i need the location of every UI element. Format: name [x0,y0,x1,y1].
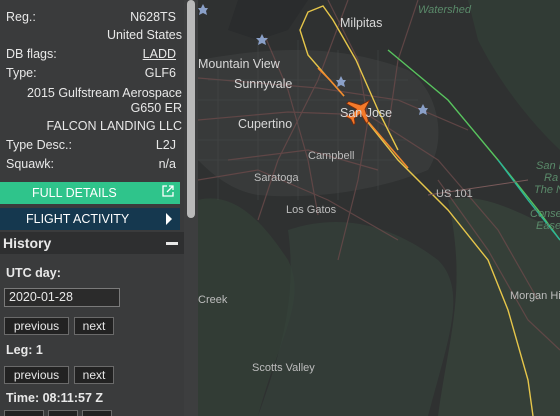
place-milpitas: Milpitas [340,16,383,30]
collapse-icon[interactable] [166,242,178,245]
place-creek: Creek [198,294,228,306]
db-flags-label: DB flags: [6,47,57,61]
type-value: GLF6 [144,66,176,80]
full-details-label: FULL DETAILS [32,186,117,200]
model-line-2: G650 ER [130,101,182,115]
place-the-n: The N [534,184,560,196]
chevron-right-icon [166,213,172,225]
leg-next-button[interactable]: next [74,366,114,384]
scrollbar-thumb[interactable] [187,0,195,218]
sidebar-scrollbar[interactable] [184,0,198,416]
time-label: Time: 08:11:57 Z [6,391,104,405]
place-ra: Ra [544,172,559,184]
highway-us-101: US 101 [436,188,473,200]
type-label: Type: [6,66,37,80]
place-saratoga: Saratoga [254,172,299,184]
external-link-icon [162,185,174,197]
model-line-1: 2015 Gulfstream Aerospace [27,86,182,100]
reg-value: N628TS [130,10,176,24]
squawk-value: n/a [158,157,176,171]
place-los-gatos: Los Gatos [286,204,337,216]
history-title: History [3,235,52,251]
place-campbell: Campbell [308,150,355,162]
place-scotts-valley: Scotts Valley [252,362,315,374]
country: United States [106,28,182,42]
place-conser: Conser [530,208,560,220]
reg-label: Reg.: [6,10,36,24]
type-desc-row: Type Desc.: L2J [0,136,178,155]
place-morgan-hill: Morgan Hi [510,290,560,302]
squawk-row: Squawk: n/a [0,155,178,174]
leg-label: Leg: 1 [6,343,43,357]
type-desc-value: L2J [155,138,176,152]
utc-day-input[interactable]: 2020-01-28 [4,288,120,307]
place-cupertino: Cupertino [238,117,293,131]
db-flags-link[interactable]: LADD [143,47,176,61]
map-view[interactable]: Milpitas Mountain View Sunnyvale San Jos… [198,0,560,416]
history-control-button-2[interactable] [48,410,78,416]
place-mountain-view: Mountain View [198,57,280,71]
place-san-jose: San Jose [340,106,393,120]
place-easem: Easem [536,220,560,232]
squawk-label: Squawk: [6,157,54,171]
type-row: Type: GLF6 [0,64,178,83]
reg-row: Reg.: N628TS [0,8,178,27]
aircraft-info-sidebar: Reg.: N628TS United States DB flags: LAD… [0,0,184,416]
history-header[interactable]: History [0,232,184,254]
place-sunnyvale: Sunnyvale [234,77,293,91]
place-watershed: Watershed [418,4,471,16]
flight-activity-button[interactable]: FLIGHT ACTIVITY [0,208,180,230]
owner: FALCON LANDING LLC [46,119,182,133]
day-previous-button[interactable]: previous [4,317,69,335]
utc-day-label: UTC day: [6,266,61,280]
history-control-button-1[interactable] [4,410,44,416]
db-flags-row: DB flags: LADD [0,45,178,64]
place-san-f: San F [536,160,560,172]
day-next-button[interactable]: next [74,317,114,335]
full-details-button[interactable]: FULL DETAILS [0,182,180,204]
leg-previous-button[interactable]: previous [4,366,69,384]
history-control-button-3[interactable] [82,410,112,416]
flight-activity-label: FLIGHT ACTIVITY [26,212,130,226]
type-desc-label: Type Desc.: [6,138,72,152]
